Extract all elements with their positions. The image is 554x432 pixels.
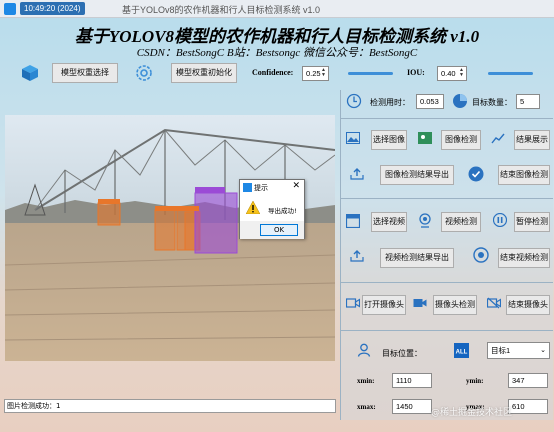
export-video-results-button[interactable]: 视频检测结果导出: [380, 248, 454, 268]
ymin-label: ymin:: [466, 377, 484, 385]
stop-circle-icon: [473, 247, 489, 263]
user-icon: [357, 343, 371, 357]
close-camera-button[interactable]: 结束摄像头: [506, 295, 550, 315]
end-video-detection-button[interactable]: 结束视频检测: [498, 248, 550, 268]
time-value: 0.053: [416, 94, 444, 109]
camera-detect-button[interactable]: 摄像头检测: [433, 295, 477, 315]
pause-icon: [493, 213, 507, 227]
window-title: 基于YOLOv8的农作机器和行人目标检测系统 v1.0: [122, 5, 321, 15]
select-weights-button[interactable]: 模型权重选择: [52, 63, 118, 83]
xmin-value: 1110: [392, 373, 432, 388]
all-targets-icon: ALL: [454, 343, 469, 358]
target-select-value: 目标1: [491, 346, 511, 355]
iou-spinbox[interactable]: 0.40 ▲ ▼: [437, 66, 467, 81]
xmax-label: xmax:: [357, 403, 376, 411]
svg-text:ALL: ALL: [456, 350, 468, 356]
dialog-message: 导出成功!: [268, 207, 297, 215]
dialog-footer: OK: [240, 221, 304, 239]
show-results-button[interactable]: 结果展示: [514, 130, 550, 150]
detect-video-button[interactable]: 视频检测: [441, 212, 481, 232]
end-image-detection-button[interactable]: 结束图像检测: [498, 165, 550, 185]
iou-label: IOU:: [407, 68, 425, 77]
spin-arrows-icon: ▲ ▼: [321, 67, 326, 78]
ymax-value: 610: [508, 399, 548, 414]
camera-outline-icon: [346, 298, 360, 308]
camera-off-icon: [487, 297, 501, 309]
page-subtitle: CSDN：BestSongC B站：Bestsongc 微信公众号：BestSo…: [136, 47, 418, 59]
confidence-slider[interactable]: [348, 72, 393, 75]
init-weights-button[interactable]: 模型权重初始化: [171, 63, 237, 83]
export-image-results-button[interactable]: 图像检测结果导出: [380, 165, 454, 185]
status-bar: 图片检测成功：1: [4, 399, 336, 413]
select-image-button[interactable]: 选择图像: [371, 130, 407, 150]
xmin-label: xmin:: [357, 377, 375, 385]
dialog-close-icon[interactable]: ✕: [292, 181, 300, 191]
spin-arrows-icon: ▲ ▼: [459, 67, 464, 78]
iou-value: 0.40: [441, 69, 456, 78]
timer-icon: [346, 93, 362, 109]
confidence-value: 0.25: [306, 69, 321, 78]
count-label: 目标数量：: [472, 98, 512, 107]
time-label: 检测用时：: [370, 98, 410, 107]
dialog-title: 提示: [254, 184, 268, 192]
ymin-value: 347: [508, 373, 548, 388]
detect-image-button[interactable]: 图像检测: [441, 130, 481, 150]
window-titlebar: 10:49:20 (2024) 基于YOLOv8的农作机器和行人目标检测系统 v…: [0, 0, 554, 18]
watermark: @稀土掘金技术社区: [431, 408, 513, 418]
time-badge: 10:49:20 (2024): [20, 2, 85, 15]
panel-divider: [340, 90, 341, 420]
pie-chart-icon: [453, 94, 467, 108]
dialog-app-icon: [243, 183, 252, 192]
confidence-label: Confidence:: [252, 68, 294, 77]
line-chart-icon: [491, 133, 505, 144]
settings-icon: [136, 65, 152, 81]
warning-icon: [246, 201, 260, 214]
video-file-icon: [346, 214, 360, 228]
upload-icon: [350, 250, 364, 262]
info-dialog: 提示 ✕ 导出成功! OK: [239, 179, 305, 239]
open-camera-button[interactable]: 打开摄像头: [362, 295, 406, 315]
dialog-body: 导出成功!: [240, 194, 304, 221]
cube-icon: [22, 65, 38, 81]
image-icon: [346, 132, 360, 144]
count-value: 5: [516, 94, 540, 109]
select-video-button[interactable]: 选择视频: [371, 212, 407, 232]
pause-detection-button[interactable]: 暂停检测: [514, 212, 550, 232]
target-position-label: 目标位置：: [382, 349, 422, 358]
confidence-spinbox[interactable]: 0.25 ▲ ▼: [302, 66, 329, 81]
upload-icon: [350, 168, 364, 180]
webcam-icon: [419, 213, 431, 228]
image-detect-icon: [418, 132, 432, 144]
xmax-value: 1450: [392, 399, 432, 414]
check-circle-icon: [468, 166, 484, 182]
iou-slider[interactable]: [488, 72, 533, 75]
section-divider: [340, 282, 553, 283]
section-divider: [340, 198, 553, 199]
camera-filled-icon: [413, 299, 427, 307]
target-select[interactable]: 目标1 ⌄: [487, 342, 550, 359]
section-divider: [340, 330, 553, 331]
app-icon: [4, 3, 16, 15]
dialog-ok-button[interactable]: OK: [260, 224, 298, 236]
section-divider: [340, 118, 553, 119]
chevron-down-icon: ⌄: [540, 347, 546, 354]
